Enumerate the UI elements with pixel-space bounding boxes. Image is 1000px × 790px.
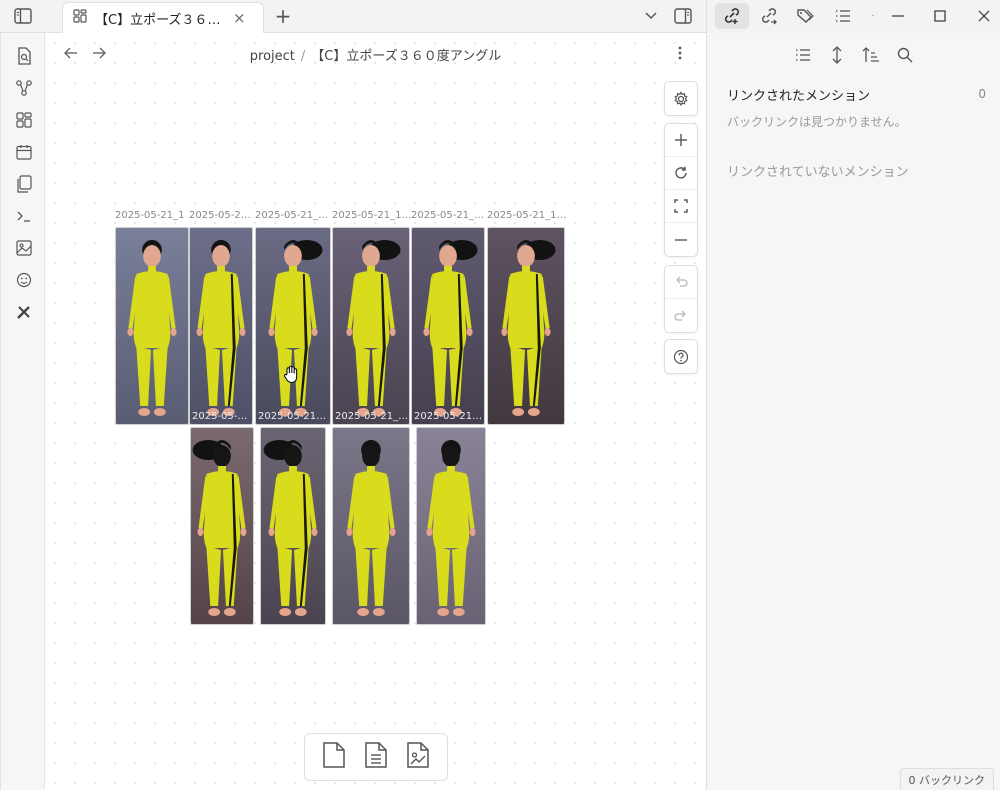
undo-icon[interactable]: [665, 266, 697, 299]
sort-icon[interactable]: [861, 45, 881, 65]
backlinks-toolbar: [707, 45, 1000, 69]
search-icon[interactable]: [895, 45, 915, 65]
tab-title: 【C】立ポーズ３６０度アングル: [95, 12, 225, 28]
add-media-icon[interactable]: [405, 741, 431, 773]
hand-cursor-icon: [282, 364, 302, 384]
collapse-results-icon[interactable]: [793, 45, 813, 65]
backlinks-tab-icon[interactable]: [715, 3, 749, 29]
redo-icon[interactable]: [665, 299, 697, 332]
image-card[interactable]: 2025-05-21_...: [255, 227, 331, 425]
outline-tab-icon[interactable]: [831, 5, 855, 27]
linked-mentions-count: 0: [978, 87, 986, 101]
tab-list-chevron-icon[interactable]: [641, 7, 661, 25]
templates-icon[interactable]: [14, 174, 34, 194]
add-note-icon[interactable]: [363, 741, 389, 773]
close-window-icon[interactable]: [969, 5, 999, 27]
breadcrumb: project / 【C】立ポーズ３６０度アングル: [45, 45, 706, 64]
tools-icon[interactable]: [14, 302, 34, 322]
linked-mentions-heading[interactable]: リンクされたメンション: [727, 85, 870, 104]
image-card-inner-label: 2025-05-21_...: [192, 411, 252, 422]
quick-switcher-icon[interactable]: [14, 46, 34, 66]
breadcrumb-separator: /: [300, 49, 306, 64]
zoom-to-fit-icon[interactable]: [665, 190, 697, 223]
card-creation-toolbar: [304, 733, 448, 781]
canvas-settings-group: [664, 81, 698, 116]
breadcrumb-file[interactable]: 【C】立ポーズ３６０度アングル: [311, 49, 501, 64]
canvas-create-icon[interactable]: [14, 110, 34, 130]
zoom-out-icon[interactable]: [665, 223, 697, 256]
more-options-icon[interactable]: [671, 44, 689, 62]
image-card[interactable]: [487, 227, 565, 425]
image-card[interactable]: [115, 227, 189, 425]
status-bar-backlinks[interactable]: 0 バックリンク: [899, 768, 994, 790]
outgoing-links-tab-icon[interactable]: [757, 5, 781, 27]
image-card[interactable]: [332, 427, 410, 625]
help-group: [664, 339, 698, 374]
new-tab-button[interactable]: +: [272, 4, 294, 28]
maximize-icon[interactable]: [925, 5, 955, 27]
image-card-inner-label: 2025-05-21_...: [414, 411, 484, 422]
image-card-label: 2025-05-21_1...: [411, 210, 487, 221]
left-ribbon: [0, 33, 45, 790]
image-card[interactable]: [190, 427, 254, 625]
zoom-in-icon[interactable]: [665, 124, 697, 157]
tab-canvas[interactable]: 【C】立ポーズ３６０度アングル ×: [62, 2, 264, 33]
image-card[interactable]: 2025-05-21_...: [411, 227, 485, 425]
title-bar: 【C】立ポーズ３６０度アングル × + ·: [0, 0, 1000, 33]
add-card-icon[interactable]: [321, 741, 347, 773]
command-palette-icon[interactable]: [14, 206, 34, 226]
tags-tab-icon[interactable]: [793, 5, 817, 27]
more-dot-icon[interactable]: ·: [867, 5, 879, 27]
image-card[interactable]: 2025-05-21_...: [189, 227, 253, 425]
image-icon[interactable]: [14, 238, 34, 258]
unlinked-mentions-heading[interactable]: リンクされていないメンション: [727, 161, 909, 180]
image-card[interactable]: [416, 427, 486, 625]
reset-zoom-icon[interactable]: [665, 157, 697, 190]
minimize-icon[interactable]: [883, 5, 913, 27]
settings-gear-icon[interactable]: [665, 82, 697, 115]
backlinks-panel: リンクされたメンション 0 バックリンクは見つかりません。 リンクされていないメ…: [706, 33, 1000, 790]
image-card[interactable]: [260, 427, 326, 625]
image-card-inner-label: 2025-05-21_...: [258, 411, 330, 422]
expand-context-icon[interactable]: [827, 45, 847, 65]
image-card-inner-label: 2025-05-21_13...: [335, 411, 409, 422]
breadcrumb-folder[interactable]: project: [250, 49, 295, 64]
image-card-label: 2025-05-21_13...: [487, 210, 567, 221]
view-header: project / 【C】立ポーズ３６０度アングル: [45, 33, 706, 73]
image-card-label: 2025-05-21_13...: [332, 210, 412, 221]
image-card-label: 2025-05-21_1...: [255, 210, 333, 221]
zoom-controls-group: [664, 123, 698, 257]
canvas-view[interactable]: project / 【C】立ポーズ３６０度アングル 2025-05-21_1 2…: [45, 33, 706, 790]
no-backlinks-message: バックリンクは見つかりません。: [727, 115, 907, 129]
image-card[interactable]: 2025-05-21_13...: [332, 227, 410, 425]
history-controls-group: [664, 265, 698, 333]
tab-close-icon[interactable]: ×: [233, 9, 246, 27]
help-icon[interactable]: [665, 340, 697, 373]
right-sidebar-toggle-icon[interactable]: [672, 6, 694, 26]
face-icon[interactable]: [14, 270, 34, 290]
graph-view-icon[interactable]: [14, 78, 34, 98]
image-card-label: 2025-05-21_1...: [189, 210, 255, 221]
right-panel-tabs: ·: [706, 0, 1000, 33]
sidebar-toggle-icon[interactable]: [12, 6, 34, 26]
canvas-icon: [73, 9, 87, 27]
calendar-icon[interactable]: [14, 142, 34, 162]
image-card-label: 2025-05-21_1: [115, 210, 185, 221]
